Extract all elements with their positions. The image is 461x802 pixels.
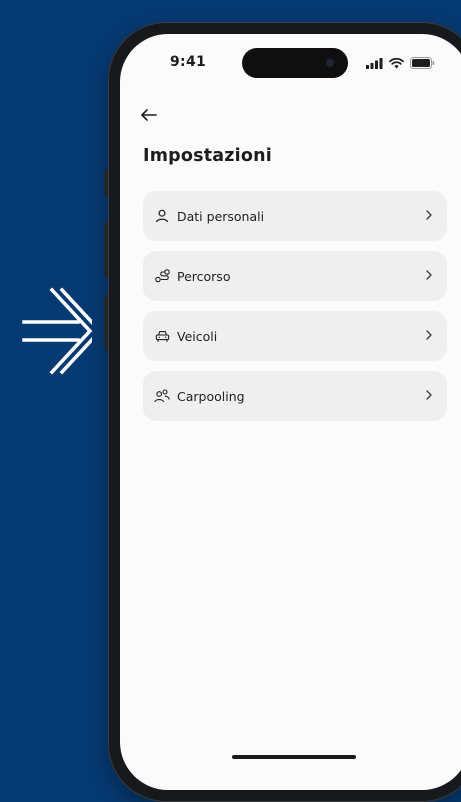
chevron-right-icon [426, 390, 432, 400]
signal-icon [366, 57, 383, 69]
status-icons [366, 56, 436, 70]
double-arrow-right-icon [22, 287, 92, 375]
settings-item-label: Veicoli [177, 328, 218, 344]
chevron-right-icon [426, 270, 432, 280]
settings-item-dati-personali[interactable]: Dati personali [143, 191, 447, 241]
settings-item-label: Percorso [177, 268, 231, 284]
arrow-left-icon[interactable] [140, 108, 158, 122]
settings-item-carpooling[interactable]: Carpooling [143, 371, 447, 421]
settings-item-veicoli[interactable]: Veicoli [143, 311, 447, 361]
camera-dot [326, 59, 334, 67]
home-indicator[interactable] [232, 755, 356, 759]
car-icon [154, 328, 170, 344]
battery-icon [410, 57, 435, 69]
settings-list: Dati personali Percorso Veicoli Carpooli… [143, 191, 447, 431]
settings-item-percorso[interactable]: Percorso [143, 251, 447, 301]
settings-item-label: Carpooling [177, 388, 245, 404]
settings-item-label: Dati personali [177, 208, 265, 224]
wifi-icon [389, 57, 404, 68]
chevron-right-icon [426, 210, 432, 220]
person-icon [154, 208, 170, 224]
dynamic-island [242, 48, 348, 78]
route-icon [154, 268, 170, 284]
page-title: Impostazioni [143, 146, 272, 166]
status-time: 9:41 [170, 54, 207, 70]
chevron-right-icon [426, 330, 432, 340]
phone-frame: 9:41 Impostazioni Dati personali Percors… [108, 22, 461, 802]
people-icon [154, 388, 170, 404]
phone-screen: 9:41 Impostazioni Dati personali Percors… [120, 34, 461, 790]
